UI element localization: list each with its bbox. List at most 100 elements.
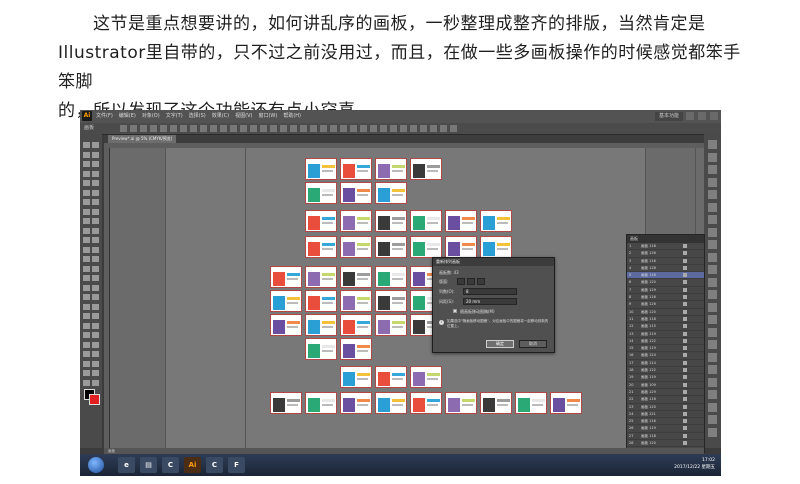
artboard-thumbnail[interactable] bbox=[375, 314, 407, 336]
tool-icon[interactable] bbox=[92, 227, 99, 234]
artboard-thumbnail[interactable] bbox=[375, 366, 407, 388]
panel-dock-icon[interactable] bbox=[708, 415, 717, 424]
control-bar-option-icon[interactable] bbox=[340, 125, 347, 132]
artboard-thumbnail[interactable] bbox=[445, 236, 477, 258]
artboard-thumbnail[interactable] bbox=[410, 392, 442, 414]
control-bar-option-icon[interactable] bbox=[230, 125, 237, 132]
panel-dock-icon[interactable] bbox=[708, 152, 717, 162]
artboard-list-row[interactable]: 10 画板 120 bbox=[627, 309, 704, 316]
panel-dock-icon[interactable] bbox=[708, 365, 717, 374]
artboard-list-row[interactable]: 24 画板 121 bbox=[627, 411, 704, 419]
artboard-thumbnail[interactable] bbox=[305, 210, 337, 232]
artboard-thumbnail[interactable] bbox=[340, 314, 372, 336]
menu-item-2[interactable]: 对象(O) bbox=[142, 110, 160, 123]
artboard-list-row[interactable]: 26 画板 119 bbox=[627, 425, 704, 433]
artboard-list-row[interactable]: 20 画板 109 bbox=[627, 382, 704, 389]
artboard-options-icon[interactable] bbox=[683, 375, 687, 380]
layout-direction-icon[interactable] bbox=[477, 278, 485, 285]
artboard-options-icon[interactable] bbox=[683, 368, 687, 373]
panel-dock-icon[interactable] bbox=[708, 227, 717, 237]
artboard-thumbnail[interactable] bbox=[410, 158, 442, 180]
tool-icon[interactable] bbox=[92, 313, 99, 319]
artboard-thumbnail[interactable] bbox=[375, 182, 407, 204]
tool-icon[interactable] bbox=[83, 180, 90, 186]
artboard-list-row[interactable]: 17 画板 114 bbox=[627, 360, 704, 368]
control-bar-option-icon[interactable] bbox=[270, 125, 277, 132]
artboard-thumbnail[interactable] bbox=[305, 266, 337, 288]
taskbar-app-c-icon[interactable]: C bbox=[162, 457, 179, 473]
artboard-options-icon[interactable] bbox=[683, 316, 687, 321]
panel-dock-icon[interactable] bbox=[708, 290, 717, 299]
artboard-thumbnail[interactable] bbox=[305, 158, 337, 180]
tool-icon[interactable] bbox=[92, 351, 99, 357]
panel-dock-icon[interactable] bbox=[708, 427, 717, 437]
maximize-icon[interactable] bbox=[698, 112, 706, 120]
tool-icon[interactable] bbox=[83, 199, 90, 205]
artboard-options-icon[interactable] bbox=[683, 419, 687, 424]
control-bar-option-icon[interactable] bbox=[390, 125, 397, 132]
artboard-thumbnail[interactable] bbox=[340, 158, 372, 180]
artboard-thumbnail[interactable] bbox=[375, 158, 407, 180]
artboard-thumbnail[interactable] bbox=[480, 392, 512, 414]
tool-icon[interactable] bbox=[83, 351, 90, 357]
tool-icon[interactable] bbox=[92, 151, 99, 158]
panel-dock-icon[interactable] bbox=[708, 302, 717, 312]
tool-icon[interactable] bbox=[83, 189, 90, 196]
panel-dock-icon[interactable] bbox=[708, 402, 717, 412]
artboard-list-row[interactable]: 18 画板 122 bbox=[627, 367, 704, 375]
control-bar-option-icon[interactable] bbox=[210, 125, 217, 132]
artboard-options-icon[interactable] bbox=[683, 258, 687, 263]
artboard-thumbnail[interactable] bbox=[375, 266, 407, 288]
control-bar-option-icon[interactable] bbox=[240, 125, 247, 132]
stroke-color-swatch[interactable] bbox=[89, 394, 100, 405]
artboard-thumbnail[interactable] bbox=[305, 314, 337, 336]
minimize-icon[interactable] bbox=[686, 112, 694, 120]
tool-icon[interactable] bbox=[83, 142, 90, 148]
artboard-options-icon[interactable] bbox=[683, 360, 687, 365]
artboard-thumbnail[interactable] bbox=[340, 366, 372, 388]
taskbar-folder-icon[interactable]: ▤ bbox=[140, 457, 157, 473]
artboard-thumbnail[interactable] bbox=[550, 392, 582, 414]
columns-input[interactable]: 8 bbox=[463, 288, 517, 295]
tool-icon[interactable] bbox=[92, 208, 99, 215]
artboard-options-icon[interactable] bbox=[683, 411, 687, 416]
panel-dock-icon[interactable] bbox=[708, 377, 717, 387]
menu-item-8[interactable]: 帮助(H) bbox=[283, 110, 301, 123]
document-tab[interactable]: Preview*.ai @ 5% (CMYK/预览) bbox=[108, 135, 177, 143]
tool-icon[interactable] bbox=[92, 256, 99, 262]
artboard-thumbnail[interactable] bbox=[375, 392, 407, 414]
tool-icon[interactable] bbox=[83, 170, 90, 177]
control-bar-option-icon[interactable] bbox=[150, 125, 157, 132]
panel-dock-icon[interactable] bbox=[708, 190, 717, 199]
artboard-list-row[interactable]: 28 画板 120 bbox=[627, 440, 704, 448]
artboard-options-icon[interactable] bbox=[683, 295, 687, 300]
control-bar-option-icon[interactable] bbox=[220, 125, 227, 132]
artboard-thumbnail[interactable] bbox=[445, 210, 477, 232]
artboard-thumbnail[interactable] bbox=[375, 290, 407, 312]
artboard-thumbnail[interactable] bbox=[270, 314, 302, 336]
control-bar-option-icon[interactable] bbox=[310, 125, 317, 132]
panel-dock-icon[interactable] bbox=[708, 352, 717, 362]
tool-icon[interactable] bbox=[92, 332, 99, 338]
panel-dock-icon[interactable] bbox=[708, 240, 717, 249]
tool-icon[interactable] bbox=[92, 199, 99, 205]
artboards-panel-tab[interactable]: 画板 bbox=[627, 235, 704, 243]
control-bar-option-icon[interactable] bbox=[410, 125, 417, 132]
system-tray-clock[interactable]: 17:02 2017/12/22 星期五 bbox=[674, 457, 715, 471]
control-bar-option-icon[interactable] bbox=[420, 125, 427, 132]
tool-icon[interactable] bbox=[83, 237, 90, 243]
artboard-list-row[interactable]: 6 画板 120 bbox=[627, 279, 704, 287]
control-bar-option-icon[interactable] bbox=[440, 125, 447, 132]
control-bar-option-icon[interactable] bbox=[260, 125, 267, 132]
artboard-thumbnail[interactable] bbox=[340, 290, 372, 312]
tool-icon[interactable] bbox=[92, 294, 99, 300]
tool-icon[interactable] bbox=[92, 322, 99, 329]
artboard-options-icon[interactable] bbox=[683, 353, 687, 358]
tool-icon[interactable] bbox=[92, 189, 99, 196]
control-bar-option-icon[interactable] bbox=[400, 125, 407, 132]
artboard-list-row[interactable]: 3 画板 116 bbox=[627, 258, 704, 265]
artboard-options-icon[interactable] bbox=[683, 251, 687, 256]
artboard-options-icon[interactable] bbox=[683, 302, 687, 307]
control-bar-option-icon[interactable] bbox=[160, 125, 167, 132]
artboard-options-icon[interactable] bbox=[683, 244, 687, 248]
